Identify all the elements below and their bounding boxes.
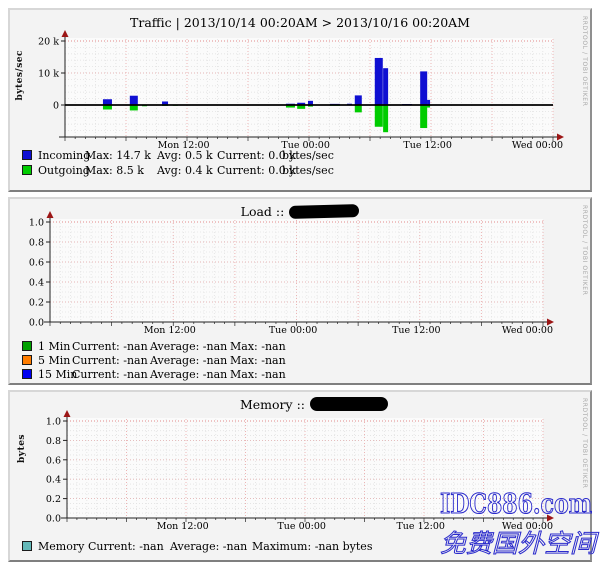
traffic-legend: IncomingMax: 14.7 kAvg: 0.5 kCurrent: 0.… [10,10,590,190]
rrdtool-watermark: RRDTOOL / TOBI OETIKER [581,205,588,295]
traffic-graph-panel: 20 k10 k0Mon 12:00Tue 00:00Tue 12:00Wed … [8,8,592,192]
legend-swatch-icon [22,165,32,175]
legend-stat-value: Max: -nan [230,354,286,367]
legend-row: IncomingMax: 14.7 kAvg: 0.5 kCurrent: 0.… [10,149,590,163]
load-legend: 1 MinCurrent: -nanAverage: -nanMax: -nan… [10,199,590,383]
legend-stat-value: Max: -nan [230,340,286,353]
legend-row: OutgoingMax: 8.5 kAvg: 0.4 kCurrent: 0.0… [10,164,590,178]
legend-stat-value: Average: -nan [170,540,247,553]
legend-row: 5 MinCurrent: -nanAverage: -nanMax: -nan [10,354,590,368]
legend-series-label: Outgoing [38,164,90,177]
legend-stat-value: Max: 14.7 k [85,149,151,162]
legend-stat-value: bytes/sec [282,164,334,177]
legend-swatch-icon [22,541,32,551]
legend-series-label: 1 Min [38,340,70,353]
legend-stat-value: Current: -nan [72,340,148,353]
legend-swatch-icon [22,355,32,365]
legend-stat-value: Avg: 0.4 k [157,164,213,177]
load-graph-panel: 1.00.80.60.40.20.0Mon 12:00Tue 00:00Tue … [8,197,592,385]
legend-stat-value: Max: -nan [230,368,286,381]
legend-stat-value: Current: -nan [72,354,148,367]
legend-swatch-icon [22,150,32,160]
legend-stat-value: Current: -nan [88,540,164,553]
legend-stat-value: bytes/sec [282,149,334,162]
legend-stat-value: Avg: 0.5 k [157,149,213,162]
legend-stat-value: Max: 8.5 k [85,164,144,177]
legend-stat-value: Average: -nan [150,340,227,353]
legend-series-label: Memory [38,540,84,553]
site-watermark-domain: IDC886.com [440,489,592,520]
legend-swatch-icon [22,341,32,351]
site-watermark: IDC886.com 免费国外空间 [438,486,600,565]
legend-swatch-icon [22,369,32,379]
site-watermark-slogan: 免费国外空间 [440,529,599,558]
legend-row: 1 MinCurrent: -nanAverage: -nanMax: -nan [10,340,590,354]
legend-stat-value: Average: -nan [150,368,227,381]
legend-stat-value: Maximum: -nan bytes [252,540,372,553]
legend-series-label: 5 Min [38,354,70,367]
legend-stat-value: Current: -nan [72,368,148,381]
legend-stat-value: Average: -nan [150,354,227,367]
legend-row: 15 MinCurrent: -nanAverage: -nanMax: -na… [10,368,590,382]
legend-series-label: Incoming [38,149,90,162]
rrdtool-watermark: RRDTOOL / TOBI OETIKER [581,16,588,106]
rrdtool-watermark: RRDTOOL / TOBI OETIKER [581,398,588,488]
